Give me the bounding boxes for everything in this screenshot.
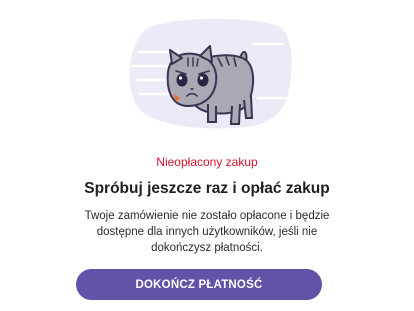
payment-description: Twoje zamówienie nie zostało opłacone i … [84,210,330,254]
payment-status-label: Nieopłacony zakup [156,155,258,169]
page-title: Spróbuj jeszcze raz i opłać zakup [84,180,330,197]
unpaid-order-card: Nieopłacony zakup Spróbuj jeszcze raz i … [0,0,414,311]
sad-cat-icon [129,18,292,129]
complete-payment-button[interactable]: DOKOŃCZ PŁATNOŚĆ [76,269,322,300]
